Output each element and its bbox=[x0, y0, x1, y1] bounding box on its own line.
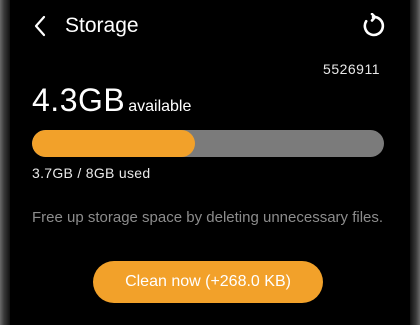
code-label: 5526911 bbox=[323, 61, 380, 77]
clean-now-button[interactable]: Clean now (+268.0 KB) bbox=[93, 261, 323, 303]
page-title: Storage bbox=[65, 14, 139, 37]
available-storage: 4.3GB available bbox=[32, 82, 191, 119]
storage-screen: Storage 5526911 4.3GB available 3.7GB / 8… bbox=[10, 0, 410, 325]
app-header: Storage bbox=[10, 0, 410, 52]
refresh-icon bbox=[363, 13, 385, 37]
device-frame: Storage 5526911 4.3GB available 3.7GB / 8… bbox=[0, 0, 420, 325]
back-button[interactable] bbox=[28, 12, 52, 40]
storage-usage-bar bbox=[32, 130, 384, 157]
device-bezel-right bbox=[410, 0, 420, 325]
available-value: 4.3GB bbox=[32, 82, 126, 118]
refresh-button[interactable] bbox=[358, 11, 388, 41]
chevron-left-icon bbox=[34, 15, 46, 37]
available-label: available bbox=[128, 98, 192, 115]
description-text: Free up storage space by deleting unnece… bbox=[32, 209, 384, 226]
device-bezel-left bbox=[0, 0, 10, 325]
storage-usage-fill bbox=[32, 130, 195, 157]
used-storage-text: 3.7GB / 8GB used bbox=[32, 165, 151, 181]
